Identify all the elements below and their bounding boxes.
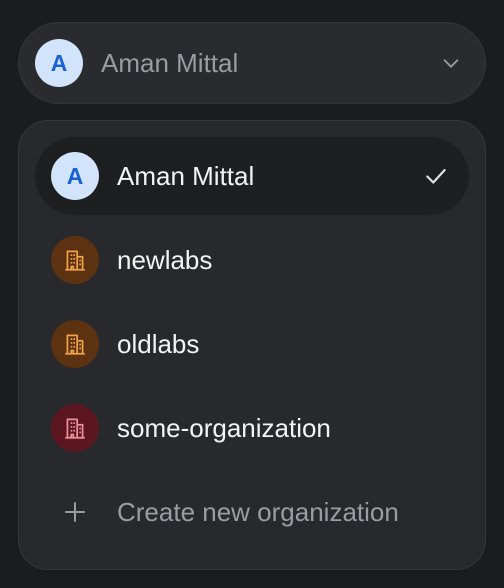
building-icon xyxy=(51,236,99,284)
menu-item-newlabs[interactable]: newlabs xyxy=(35,221,469,299)
create-organization-button[interactable]: Create new organization xyxy=(35,473,469,551)
menu-item-oldlabs[interactable]: oldlabs xyxy=(35,305,469,383)
check-icon xyxy=(421,161,451,191)
current-account-name: Aman Mittal xyxy=(101,47,239,78)
plus-icon xyxy=(51,488,99,536)
building-icon xyxy=(51,404,99,452)
building-icon xyxy=(51,320,99,368)
user-avatar-initial: A xyxy=(50,49,68,76)
user-avatar: A xyxy=(51,152,99,200)
menu-item-label: Aman Mittal xyxy=(117,160,255,191)
user-avatar-initial: A xyxy=(66,162,84,189)
menu-item-label: newlabs xyxy=(117,244,213,275)
user-avatar: A xyxy=(35,39,83,87)
menu-item-aman-mittal[interactable]: A Aman Mittal xyxy=(35,137,469,215)
account-switcher-button[interactable]: A Aman Mittal xyxy=(18,22,486,104)
menu-item-label: oldlabs xyxy=(117,328,200,359)
menu-item-label: some-organization xyxy=(117,412,331,443)
menu-item-some-organization[interactable]: some-organization xyxy=(35,389,469,467)
chevron-down-icon xyxy=(437,49,465,77)
create-organization-label: Create new organization xyxy=(117,496,399,527)
account-menu: A Aman Mittal newlabs oldlabs some-organ… xyxy=(18,120,486,570)
